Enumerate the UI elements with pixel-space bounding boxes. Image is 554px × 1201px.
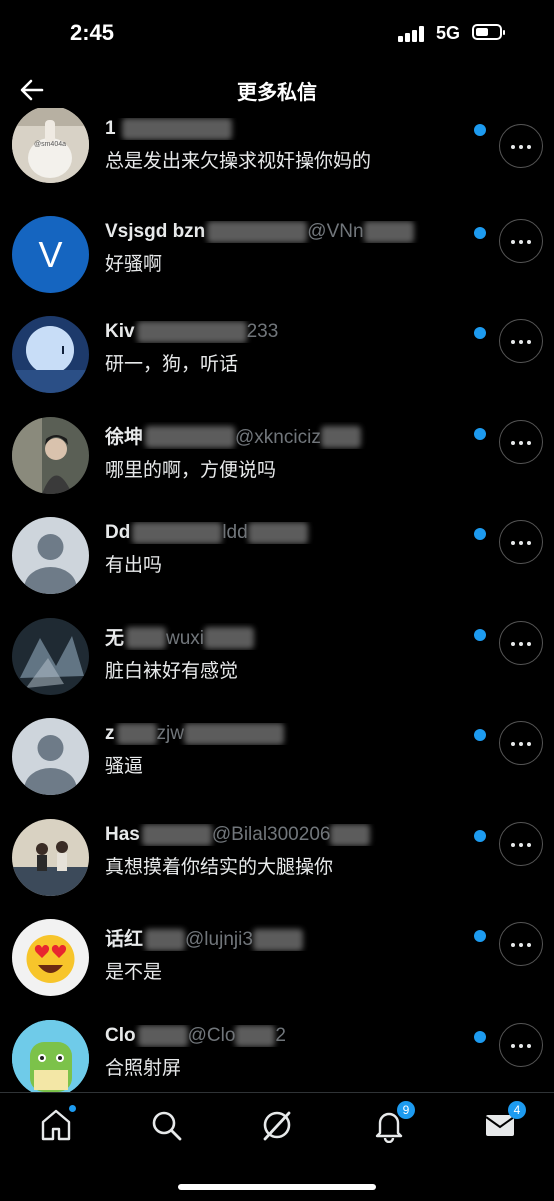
- message-preview: 合照射屏: [105, 1057, 182, 1079]
- avatar[interactable]: [12, 316, 89, 393]
- unread-dot: [474, 226, 486, 239]
- more-options-button[interactable]: [499, 520, 543, 564]
- grok-icon[interactable]: [259, 1107, 295, 1143]
- notifications-bell-icon[interactable]: 9: [371, 1101, 415, 1144]
- avatar[interactable]: [12, 818, 89, 896]
- conversation-row[interactable]: Has @Bilal300206 真想摸着你结实的大腿操你: [0, 812, 554, 913]
- message-preview: 有出吗: [105, 555, 163, 577]
- avatar[interactable]: @sm404a: [12, 108, 89, 183]
- sender-name: z zjw: [105, 723, 454, 745]
- avatar[interactable]: [12, 416, 89, 494]
- conversation-row[interactable]: V Vsjsgd bzn @VNn 好骚啊: [0, 209, 554, 310]
- conversation-row[interactable]: Kiv 233 研一，狗，听话: [0, 309, 554, 410]
- sender-name: 无 wuxi: [105, 623, 454, 650]
- more-options-button[interactable]: [499, 218, 543, 263]
- sender-name: Clo @Clo 2: [105, 1024, 286, 1047]
- message-preview: 是不是: [105, 962, 163, 983]
- home-indicator: [178, 1184, 376, 1190]
- unread-dot: [474, 427, 486, 440]
- status-bar: 2:45 5G: [0, 0, 554, 64]
- unread-dot: [474, 327, 486, 339]
- conversation-row[interactable]: @sm404a 1 总是发出来欠操求视奸操你妈的: [0, 108, 554, 209]
- avatar[interactable]: [12, 1019, 89, 1092]
- avatar-default[interactable]: [12, 517, 89, 594]
- sender-name: 话红 @lujnji3: [105, 924, 454, 951]
- avatar[interactable]: [12, 919, 89, 996]
- avatar[interactable]: [12, 617, 89, 695]
- unread-dot: [474, 528, 486, 540]
- home-icon[interactable]: [38, 1105, 76, 1143]
- sender-name: Dd ldd: [105, 522, 454, 544]
- home-unread-dot: [69, 1105, 76, 1112]
- unread-dot: [474, 729, 486, 741]
- avatar-default[interactable]: [12, 718, 89, 795]
- clock: 2:45: [70, 20, 115, 45]
- more-options-button[interactable]: [499, 821, 543, 866]
- more-options-button[interactable]: [499, 124, 543, 168]
- more-options-button[interactable]: [499, 319, 543, 363]
- more-options-button[interactable]: [499, 721, 543, 765]
- more-options-button[interactable]: [499, 620, 543, 665]
- unread-dot: [474, 124, 486, 136]
- conversation-row[interactable]: Dd ldd 有出吗: [0, 510, 554, 611]
- sender-name: 1: [105, 118, 454, 140]
- sender-name: Has @Bilal300206: [105, 823, 454, 846]
- notifications-badge: 9: [397, 1101, 415, 1119]
- search-icon[interactable]: [148, 1107, 184, 1143]
- message-preview: 好骚啊: [105, 253, 163, 275]
- unread-dot: [474, 1030, 486, 1043]
- unread-dot: [474, 829, 486, 842]
- avatar-caption: @sm404a: [34, 141, 66, 148]
- messages-badge: 4: [508, 1101, 526, 1119]
- message-preview: 哪里的啊，方便说吗: [105, 459, 277, 481]
- conversation-row[interactable]: z zjw 骚逼: [0, 711, 554, 812]
- message-preview: 真想摸着你结实的大腿操你: [105, 856, 334, 878]
- message-preview: 脏白袜好有感觉: [105, 660, 239, 682]
- conversation-row[interactable]: 话红 @lujnji3 是不是: [0, 912, 554, 1013]
- more-options-button[interactable]: [499, 922, 543, 966]
- sender-name: Vsjsgd bzn @VNn: [105, 220, 454, 243]
- message-preview: 总是发出来欠操求视奸操你妈的: [105, 151, 372, 173]
- messages-envelope-icon[interactable]: 4: [482, 1101, 526, 1143]
- message-preview: 研一，狗，听话: [105, 354, 239, 376]
- conversation-row[interactable]: 无 wuxi 脏白袜好有感觉: [0, 611, 554, 712]
- more-options-button[interactable]: [499, 419, 543, 464]
- avatar[interactable]: V: [12, 215, 89, 293]
- sender-name: 徐坤 @xknciciz: [105, 422, 454, 449]
- page-title: 更多私信: [237, 82, 317, 104]
- message-preview: 骚逼: [105, 756, 144, 778]
- network-label: 5G: [436, 23, 461, 43]
- sender-name: Kiv 233: [105, 321, 279, 343]
- unread-dot: [474, 930, 486, 942]
- signal-icon: [398, 26, 426, 42]
- conversation-row[interactable]: Clo @Clo 2 合照射屏: [0, 1013, 554, 1092]
- battery-icon: [472, 24, 505, 40]
- conversation-list: @sm404a 1 总是发出来欠操求视奸操你妈的 V Vsjsgd bzn @VN…: [0, 108, 554, 1092]
- conversation-row[interactable]: 徐坤 @xknciciz 哪里的啊，方便说吗: [0, 410, 554, 511]
- unread-dot: [474, 628, 486, 641]
- more-options-button[interactable]: [499, 1022, 543, 1067]
